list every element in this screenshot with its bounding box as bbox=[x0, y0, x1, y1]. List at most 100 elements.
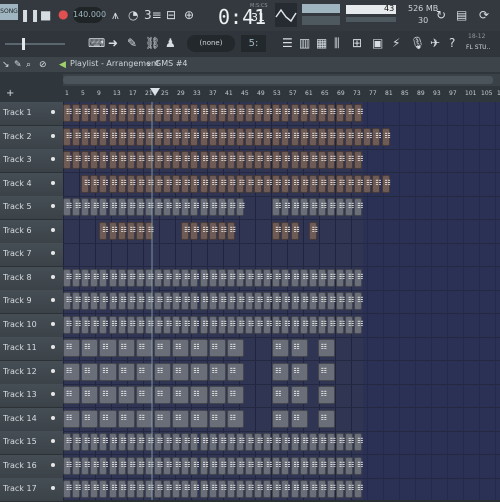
pattern-clip[interactable]: ☷ bbox=[199, 292, 209, 310]
piano-roll-icon[interactable]: ▥ bbox=[299, 37, 310, 49]
mixer-icon[interactable]: ⫼ bbox=[334, 37, 340, 49]
pattern-clip[interactable]: ☷ bbox=[190, 268, 200, 287]
pattern-clip[interactable]: ☷ bbox=[126, 174, 136, 193]
pattern-clip[interactable]: ☷ bbox=[154, 386, 172, 404]
track-mute-toggle[interactable] bbox=[51, 368, 55, 373]
pattern-clip[interactable]: ☷ bbox=[317, 386, 335, 404]
pattern-clip[interactable]: ☷ bbox=[154, 268, 163, 287]
pattern-clip[interactable]: ☷ bbox=[290, 127, 300, 146]
pattern-clip[interactable]: ☷ bbox=[90, 174, 100, 193]
track-mute-toggle[interactable] bbox=[51, 157, 55, 161]
track-mute-toggle[interactable] bbox=[51, 392, 55, 396]
pattern-clip[interactable]: ☷ bbox=[226, 315, 236, 334]
pattern-clip[interactable]: ☷ bbox=[190, 221, 200, 240]
pattern-clip[interactable]: ☷ bbox=[235, 198, 245, 216]
pattern-clip[interactable]: ☷ bbox=[317, 362, 335, 381]
pattern-clip[interactable]: ☷ bbox=[172, 433, 181, 451]
pattern-clip[interactable]: ☷ bbox=[163, 104, 172, 122]
pattern-clip[interactable]: ☷ bbox=[317, 151, 327, 169]
pattern-clip[interactable]: ☷ bbox=[117, 104, 127, 122]
pattern-clip[interactable]: ☷ bbox=[81, 433, 90, 451]
news-label[interactable]: FL STU.. bbox=[466, 44, 490, 51]
pattern-clip[interactable]: ☷ bbox=[245, 456, 254, 475]
pattern-clip[interactable]: ☷ bbox=[226, 104, 236, 122]
pattern-clip[interactable]: ☷ bbox=[272, 386, 290, 404]
pattern-clip[interactable]: ☷ bbox=[272, 433, 282, 451]
pattern-clip[interactable]: ☷ bbox=[117, 433, 127, 451]
pattern-clip[interactable]: ☷ bbox=[354, 127, 363, 146]
pattern-clip[interactable]: ☷ bbox=[63, 268, 72, 287]
pattern-clip[interactable]: ☷ bbox=[81, 198, 90, 216]
brush-icon[interactable]: ✎ bbox=[127, 37, 137, 49]
pattern-clip[interactable]: ☷ bbox=[90, 292, 100, 310]
pattern-clip[interactable]: ☷ bbox=[154, 339, 172, 357]
pattern-clip[interactable]: ☷ bbox=[226, 151, 236, 169]
pattern-clip[interactable]: ☷ bbox=[181, 315, 191, 334]
pattern-clip[interactable]: ☷ bbox=[235, 151, 245, 169]
refresh-icon[interactable]: ↻ bbox=[436, 9, 446, 21]
pattern-clip[interactable]: ☷ bbox=[154, 174, 163, 193]
pattern-clip[interactable]: ☷ bbox=[163, 315, 172, 334]
pattern-clip[interactable]: ☷ bbox=[172, 292, 181, 310]
track-mute-toggle[interactable] bbox=[51, 439, 55, 443]
pattern-clip[interactable]: ☷ bbox=[199, 456, 209, 475]
pattern-clip[interactable]: ☷ bbox=[226, 127, 236, 146]
pattern-clip[interactable]: ☷ bbox=[254, 174, 263, 193]
pattern-clip[interactable]: ☷ bbox=[163, 151, 172, 169]
pattern-clip[interactable]: ☷ bbox=[345, 456, 354, 475]
pattern-clip[interactable]: ☷ bbox=[81, 151, 90, 169]
pattern-clip[interactable]: ☷ bbox=[126, 456, 136, 475]
pattern-clip[interactable]: ☷ bbox=[72, 480, 81, 498]
add-track-icon[interactable]: + bbox=[6, 88, 14, 100]
pattern-clip[interactable]: ☷ bbox=[272, 339, 290, 357]
pattern-clip[interactable]: ☷ bbox=[208, 104, 218, 122]
pattern-name[interactable]: GMS #4 bbox=[155, 59, 188, 68]
track-mute-toggle[interactable] bbox=[51, 133, 55, 138]
pattern-clip[interactable]: ☷ bbox=[345, 433, 354, 451]
pattern-clip[interactable]: ☷ bbox=[254, 456, 263, 475]
keyboard-icon[interactable]: ⌨ bbox=[88, 37, 105, 49]
pattern-clip[interactable]: ☷ bbox=[354, 433, 363, 451]
stop-icon[interactable]: ■ bbox=[40, 9, 51, 21]
pattern-clip[interactable]: ☷ bbox=[172, 339, 190, 357]
pattern-clip[interactable]: ☷ bbox=[81, 480, 90, 498]
pattern-clip[interactable]: ☷ bbox=[290, 480, 300, 498]
pattern-clip[interactable]: ☷ bbox=[226, 268, 236, 287]
pattern-clip[interactable]: ☷ bbox=[226, 198, 236, 216]
pattern-clip[interactable]: ☷ bbox=[63, 409, 81, 428]
pattern-clip[interactable]: ☷ bbox=[108, 292, 118, 310]
pattern-clip[interactable]: ☷ bbox=[63, 386, 81, 404]
track-header[interactable]: Track 11 bbox=[0, 337, 63, 361]
pattern-clip[interactable]: ☷ bbox=[226, 433, 236, 451]
pattern-clip[interactable]: ☷ bbox=[317, 174, 327, 193]
pattern-clip[interactable]: ☷ bbox=[308, 104, 318, 122]
pattern-clip[interactable]: ☷ bbox=[299, 480, 309, 498]
pattern-clip[interactable]: ☷ bbox=[263, 268, 272, 287]
pattern-clip[interactable]: ☷ bbox=[208, 480, 218, 498]
pattern-clip[interactable]: ☷ bbox=[281, 198, 291, 216]
track-header[interactable]: Track 8 bbox=[0, 266, 63, 291]
pattern-clip[interactable]: ☷ bbox=[326, 315, 336, 334]
loop-record-icon[interactable]: ⊕ bbox=[184, 9, 194, 21]
pattern-clip[interactable]: ☷ bbox=[99, 456, 109, 475]
pattern-clip[interactable]: ☷ bbox=[245, 104, 254, 122]
pattern-clip[interactable]: ☷ bbox=[345, 315, 354, 334]
pattern-clip[interactable]: ☷ bbox=[336, 127, 345, 146]
pattern-clip[interactable]: ☷ bbox=[299, 268, 309, 287]
pattern-clip[interactable]: ☷ bbox=[208, 362, 226, 381]
pattern-clip[interactable]: ☷ bbox=[117, 362, 135, 381]
pattern-clip[interactable]: ☷ bbox=[163, 174, 172, 193]
pattern-clip[interactable]: ☷ bbox=[81, 362, 99, 381]
pattern-clip[interactable]: ☷ bbox=[345, 151, 354, 169]
pattern-clip[interactable]: ☷ bbox=[126, 268, 136, 287]
pattern-clip[interactable]: ☷ bbox=[172, 480, 181, 498]
pattern-clip[interactable]: ☷ bbox=[63, 456, 72, 475]
pattern-clip[interactable]: ☷ bbox=[272, 315, 282, 334]
track-mute-toggle[interactable] bbox=[51, 110, 55, 114]
pattern-clip[interactable]: ☷ bbox=[190, 339, 208, 357]
pattern-clip[interactable]: ☷ bbox=[126, 127, 136, 146]
track-header[interactable]: Track 17 bbox=[0, 478, 63, 502]
pattern-clip[interactable]: ☷ bbox=[99, 362, 117, 381]
pattern-clip[interactable]: ☷ bbox=[308, 198, 318, 216]
pattern-clip[interactable]: ☷ bbox=[181, 456, 191, 475]
